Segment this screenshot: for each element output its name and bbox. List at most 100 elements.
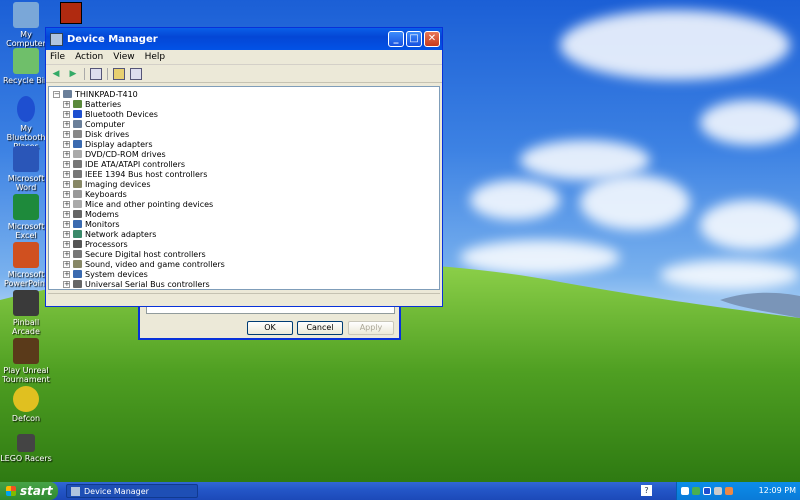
apply-button[interactable]: Apply	[348, 321, 394, 335]
device-category-item[interactable]: + Keyboards	[63, 189, 127, 199]
device-category-item[interactable]: + DVD/CD-ROM drives	[63, 149, 166, 159]
device-category-label: Secure Digital host controllers	[85, 249, 206, 259]
taskbar-item-device-manager[interactable]: Device Manager	[66, 484, 198, 498]
device-category-item[interactable]: + Computer	[63, 119, 125, 129]
device-category-label: Modems	[85, 209, 119, 219]
device-category-item[interactable]: + Mice and other pointing devices	[63, 199, 213, 209]
device-icon	[73, 230, 82, 238]
start-button[interactable]: start	[0, 482, 58, 500]
status-bar	[48, 293, 440, 305]
device-category-label: Processors	[85, 239, 128, 249]
maximize-button[interactable]: □	[406, 31, 422, 47]
device-tree[interactable]: − THINKPAD-T410 + Batteries + Bluetooth Dev…	[48, 86, 440, 290]
expand-icon[interactable]: +	[63, 220, 70, 228]
expand-icon[interactable]: +	[63, 230, 70, 238]
expand-icon[interactable]: +	[63, 270, 70, 278]
device-category-item[interactable]: + System devices	[63, 269, 148, 279]
device-icon	[73, 190, 82, 198]
collapse-icon[interactable]: −	[53, 90, 60, 98]
device-category-item[interactable]: + Sound, video and game controllers	[63, 259, 225, 269]
device-category-item[interactable]: + Display adapters	[63, 139, 153, 149]
help-icon[interactable]	[130, 67, 142, 80]
window-title: Device Manager	[67, 33, 158, 45]
device-category-label: DVD/CD-ROM drives	[85, 149, 166, 159]
device-category-item[interactable]: + IDE ATA/ATAPI controllers	[63, 159, 185, 169]
expand-icon[interactable]: +	[63, 120, 70, 128]
expand-icon[interactable]: +	[63, 280, 70, 288]
device-category-item[interactable]: + Imaging devices	[63, 179, 151, 189]
expand-icon[interactable]: +	[63, 190, 70, 198]
desktop-icon-unreal-tournament[interactable]: Play Unreal Tournament	[0, 338, 52, 384]
menu-help[interactable]: Help	[145, 52, 166, 62]
device-category-label: Computer	[85, 119, 125, 129]
expand-icon[interactable]: +	[63, 180, 70, 188]
expand-icon[interactable]: +	[63, 210, 70, 218]
volume-icon[interactable]	[714, 487, 722, 495]
device-category-label: Mice and other pointing devices	[85, 199, 214, 209]
unreal-tournament-icon	[13, 338, 39, 364]
expand-icon[interactable]: +	[63, 140, 70, 148]
device-manager-window: Device Manager _ □ ✕ File Action View He…	[45, 27, 443, 307]
device-icon	[73, 110, 82, 118]
expand-icon[interactable]: +	[63, 200, 70, 208]
device-category-item[interactable]: + Bluetooth Devices	[63, 109, 158, 119]
device-category-item[interactable]: + IEEE 1394 Bus host controllers	[63, 169, 207, 179]
back-arrow-icon[interactable]: ◀	[50, 68, 62, 80]
menu-file[interactable]: File	[50, 52, 65, 62]
taskbar: start Device Manager ? 12:09 PM	[0, 482, 800, 500]
device-category-item[interactable]: + Batteries	[63, 99, 121, 109]
device-category-label: Display adapters	[85, 139, 153, 149]
device-category-item[interactable]: + Disk drives	[63, 129, 129, 139]
device-icon	[73, 240, 82, 248]
expand-icon[interactable]: +	[63, 160, 70, 168]
device-category-item[interactable]: + Monitors	[63, 219, 120, 229]
toolbar-separator	[107, 67, 108, 80]
expand-icon[interactable]: +	[63, 240, 70, 248]
device-category-label: Network adapters	[85, 229, 157, 239]
device-category-label: Imaging devices	[85, 179, 151, 189]
device-category-label: IDE ATA/ATAPI controllers	[85, 159, 186, 169]
properties-icon[interactable]	[113, 67, 125, 80]
device-icon	[73, 170, 82, 178]
minimize-button[interactable]: _	[388, 31, 404, 47]
device-category-label: Sound, video and game controllers	[85, 259, 225, 269]
expand-icon[interactable]: +	[63, 150, 70, 158]
close-button[interactable]: ✕	[424, 31, 440, 47]
help-tray-icon[interactable]: ?	[641, 485, 652, 496]
radiation-icon	[13, 386, 39, 412]
expand-icon[interactable]: +	[63, 250, 70, 258]
expand-icon[interactable]: +	[63, 170, 70, 178]
device-category-item[interactable]: + Universal Serial Bus controllers	[63, 279, 210, 289]
tree-root[interactable]: − THINKPAD-T410	[53, 89, 138, 99]
device-icon	[73, 210, 82, 218]
expand-icon[interactable]: +	[63, 110, 70, 118]
network-icon[interactable]	[681, 487, 689, 495]
bluetooth-icon[interactable]	[703, 487, 711, 495]
device-category-label: Monitors	[85, 219, 120, 229]
menu-action[interactable]: Action	[75, 52, 103, 62]
device-category-item[interactable]: + Secure Digital host controllers	[63, 249, 206, 259]
device-category-item[interactable]: + Modems	[63, 209, 119, 219]
title-bar[interactable]: Device Manager _ □ ✕	[46, 28, 442, 50]
device-category-item[interactable]: + Network adapters	[63, 229, 156, 239]
security-icon[interactable]	[692, 487, 700, 495]
ok-button[interactable]: OK	[247, 321, 293, 335]
forward-arrow-icon[interactable]: ▶	[67, 68, 79, 80]
desktop-icon-top[interactable]	[60, 2, 82, 24]
expand-icon[interactable]: +	[63, 260, 70, 268]
cancel-button[interactable]: Cancel	[297, 321, 343, 335]
clock[interactable]: 12:09 PM	[759, 486, 796, 495]
device-category-label: IEEE 1394 Bus host controllers	[85, 169, 208, 179]
computer-icon	[63, 90, 72, 98]
power-icon[interactable]	[725, 487, 733, 495]
desktop-icon-defcon[interactable]: Defcon	[0, 386, 52, 423]
console-tree-icon[interactable]	[90, 67, 102, 80]
device-manager-icon	[50, 32, 63, 46]
toolbar: ◀ ▶	[46, 65, 442, 83]
expand-icon[interactable]: +	[63, 100, 70, 108]
menu-view[interactable]: View	[113, 52, 134, 62]
menu-bar: File Action View Help	[46, 50, 442, 65]
expand-icon[interactable]: +	[63, 130, 70, 138]
device-category-item[interactable]: + Processors	[63, 239, 128, 249]
desktop-icon-lego-racers[interactable]: LEGO Racers	[0, 434, 52, 463]
